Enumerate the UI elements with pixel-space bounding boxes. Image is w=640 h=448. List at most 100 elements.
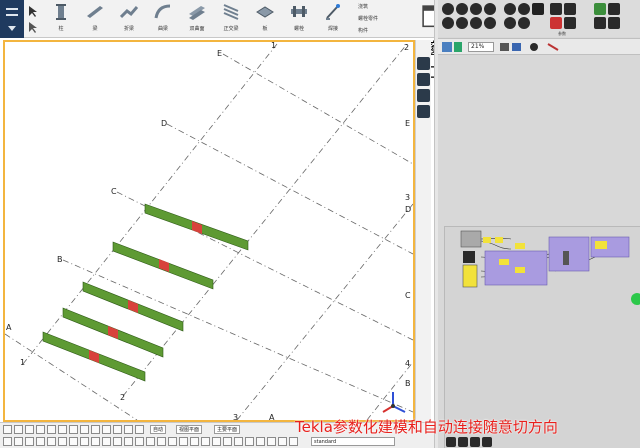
gh-node-panel[interactable] [462, 264, 478, 288]
gh-node-input[interactable] [463, 251, 475, 263]
select-filter-button[interactable] [91, 437, 100, 446]
gh-node-param[interactable] [460, 230, 482, 248]
tool-bolt-button[interactable]: 螺栓 [282, 3, 316, 35]
property-icon[interactable] [417, 57, 430, 70]
gh-node-slider[interactable] [495, 237, 503, 243]
select-filter-button[interactable] [69, 437, 78, 446]
select-filter-button[interactable] [3, 437, 12, 446]
snap-button[interactable] [80, 425, 89, 434]
select-filter-button[interactable] [201, 437, 210, 446]
snap-button[interactable] [91, 425, 100, 434]
main-plane-dropdown[interactable]: 主要平面 [214, 425, 241, 434]
snap-button[interactable] [102, 425, 111, 434]
file-menu-icon[interactable] [0, 0, 24, 38]
select-filter-button[interactable] [157, 437, 166, 446]
tool-curved-beam-button[interactable]: 曲梁 [146, 3, 180, 35]
selection-filter-dropdown[interactable]: standard [311, 437, 395, 446]
tool-column-button[interactable]: 柱 [44, 3, 78, 35]
text-tag-icon[interactable] [532, 3, 544, 15]
model-view-canvas[interactable]: E D C B A 1 2 3 1 2 3 4 D E C B A [5, 42, 413, 420]
gh-node-slider[interactable] [499, 259, 509, 265]
tool-plate-button[interactable]: 板 [248, 3, 282, 35]
select-filter-button[interactable] [58, 437, 67, 446]
select-filter-button[interactable] [25, 437, 34, 446]
gh-node-slider[interactable] [483, 237, 491, 243]
vector-icon[interactable] [442, 17, 454, 29]
select-filter-button[interactable] [223, 437, 232, 446]
select-filter-button[interactable] [102, 437, 111, 446]
beam-group[interactable] [42, 203, 249, 382]
params-icon[interactable] [442, 3, 454, 15]
gh-node-slider[interactable] [515, 243, 525, 249]
tekla-bolt-icon[interactable] [564, 3, 576, 15]
select-arrow-icon[interactable] [26, 4, 40, 34]
snap-button[interactable] [135, 425, 144, 434]
assembly-button[interactable]: 构件 [358, 27, 368, 34]
select-filter-button[interactable] [124, 437, 133, 446]
transform-icon[interactable] [456, 17, 468, 29]
gh-node-slider[interactable] [515, 267, 525, 273]
tekla-view-icon[interactable] [608, 17, 620, 29]
select-filter-button[interactable] [267, 437, 276, 446]
snap-button[interactable] [47, 425, 56, 434]
sets-icon[interactable] [470, 17, 482, 29]
save-icon[interactable] [441, 41, 463, 53]
util-icon[interactable] [518, 17, 530, 29]
gh-node-output[interactable] [563, 251, 569, 265]
snap-button[interactable] [113, 425, 122, 434]
select-filter-button[interactable] [146, 437, 155, 446]
select-filter-button[interactable] [256, 437, 265, 446]
tekla-model-icon[interactable] [594, 3, 606, 15]
view-tools-icon[interactable] [500, 42, 570, 52]
snap-button[interactable] [3, 425, 12, 434]
gh-node-slider[interactable] [595, 241, 607, 249]
wire-icon[interactable] [458, 437, 468, 447]
expand-arrow-icon[interactable] [630, 292, 640, 306]
snap-button[interactable] [124, 425, 133, 434]
view-icon[interactable] [417, 89, 430, 102]
select-filter-button[interactable] [289, 437, 298, 446]
profiler-icon[interactable] [482, 437, 492, 447]
snap-button[interactable] [25, 425, 34, 434]
select-filter-button[interactable] [245, 437, 254, 446]
select-filter-button[interactable] [179, 437, 188, 446]
select-filter-button[interactable] [212, 437, 221, 446]
curve-icon[interactable] [456, 3, 468, 15]
tool-weld-button[interactable]: 焊接 [316, 3, 350, 35]
snap-button[interactable] [69, 425, 78, 434]
tekla-weld-icon[interactable] [564, 17, 576, 29]
pour-object-button[interactable]: 浇筑 [358, 3, 368, 10]
layers-icon[interactable] [417, 105, 430, 118]
select-filter-button[interactable] [168, 437, 177, 446]
select-filter-button[interactable] [47, 437, 56, 446]
intersect-icon[interactable] [518, 3, 530, 15]
tekla-grid-icon[interactable] [594, 17, 606, 29]
select-filter-button[interactable] [234, 437, 243, 446]
bolt-parts-button[interactable]: 螺栓零件 [358, 15, 378, 22]
app-menu-strip[interactable] [0, 0, 24, 38]
display-icon[interactable] [504, 3, 516, 15]
analysis-icon[interactable] [504, 17, 516, 29]
plane-dropdown[interactable]: 视图平面 [176, 425, 203, 434]
mesh-icon[interactable] [484, 3, 496, 15]
preview-icon[interactable] [446, 437, 456, 447]
select-filter-button[interactable] [278, 437, 287, 446]
snap-button[interactable] [58, 425, 67, 434]
tekla-connection-icon[interactable] [550, 17, 562, 29]
select-filter-button[interactable] [80, 437, 89, 446]
snap-depth-dropdown[interactable]: 自动 [150, 425, 167, 434]
gear-icon[interactable] [417, 73, 430, 86]
tool-polybeam-button[interactable]: 折梁 [112, 3, 146, 35]
beam-2[interactable] [112, 241, 214, 290]
tekla-part-icon[interactable] [550, 3, 562, 15]
param-icon[interactable] [470, 437, 480, 447]
tool-twin-profile-button[interactable]: 双曲面 [180, 3, 214, 35]
snap-button[interactable] [14, 425, 23, 434]
tool-beam-button[interactable]: 梁 [78, 3, 112, 35]
math-icon[interactable] [484, 17, 496, 29]
select-filter-button[interactable] [135, 437, 144, 446]
zoom-field[interactable]: 21% [468, 42, 494, 52]
select-filter-button[interactable] [36, 437, 45, 446]
beam-1[interactable] [144, 203, 249, 251]
vertical-scrollbar[interactable] [438, 56, 444, 226]
